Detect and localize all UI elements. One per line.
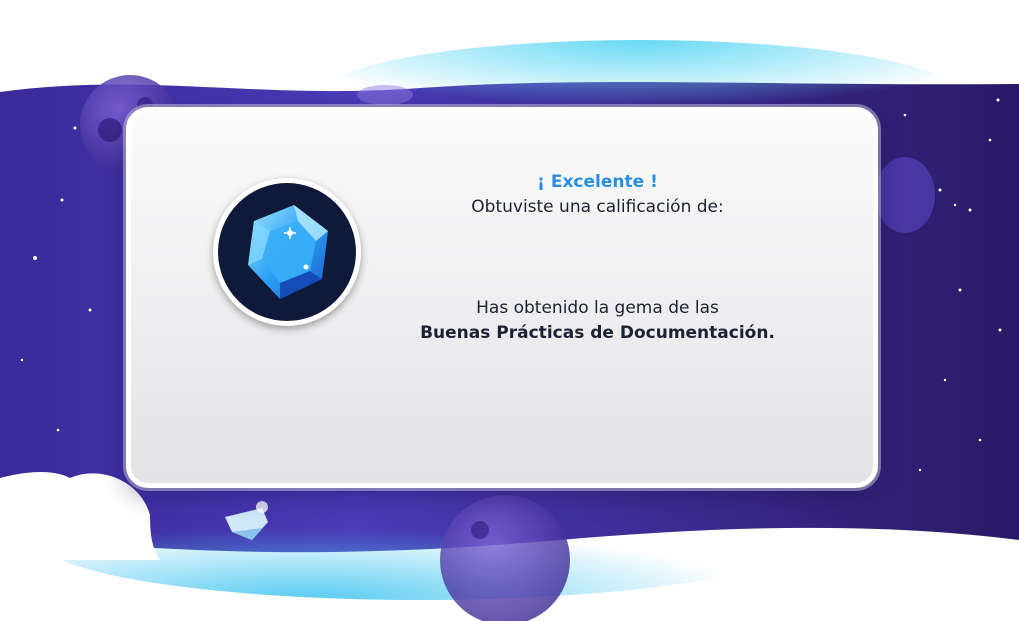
gem-name: Buenas Prácticas de Documentación. xyxy=(420,323,775,343)
success-title: ¡ Excelente ! xyxy=(537,172,658,192)
planet-bottom xyxy=(440,495,570,621)
gem-message: Has obtenido la gema de las xyxy=(476,298,719,318)
score-label: Obtuviste una calificación de: xyxy=(471,197,724,217)
planet-right-ring xyxy=(875,157,935,233)
